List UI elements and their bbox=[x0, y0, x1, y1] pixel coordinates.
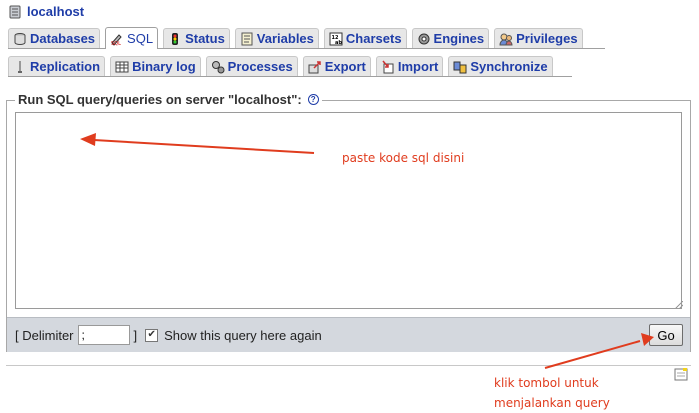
tab-engines[interactable]: Engines bbox=[411, 28, 490, 48]
delimiter-input[interactable] bbox=[77, 325, 130, 345]
tab-label: Processes bbox=[227, 58, 293, 74]
delimiter-label: [ Delimiter bbox=[15, 327, 74, 343]
synchronize-icon bbox=[453, 60, 467, 74]
tab-export[interactable]: Export bbox=[302, 56, 371, 76]
tab-privileges[interactable]: Privileges bbox=[494, 28, 583, 48]
tab-label: Privileges bbox=[516, 30, 578, 46]
help-icon[interactable]: ? bbox=[307, 94, 319, 105]
database-icon bbox=[13, 32, 27, 46]
annotation-paste-hint: paste kode sql disini bbox=[342, 151, 465, 165]
tab-label: Variables bbox=[256, 30, 314, 46]
tab-charsets[interactable]: 12 ab Charsets bbox=[323, 28, 407, 48]
tab-synchronize[interactable]: Synchronize bbox=[448, 56, 553, 76]
annotation-click-hint: klik tombol untuk menjalankan query bbox=[494, 373, 610, 413]
tab-label: Status bbox=[185, 30, 225, 46]
tab-label: Import bbox=[397, 58, 439, 74]
tab-label: Replication bbox=[30, 58, 101, 74]
server-icon bbox=[8, 5, 22, 19]
tab-import[interactable]: Import bbox=[375, 56, 444, 76]
export-icon bbox=[308, 60, 322, 74]
processes-icon bbox=[211, 60, 225, 74]
sql-query-fieldset: Run SQL query/queries on server "localho… bbox=[6, 92, 691, 352]
server-breadcrumb[interactable]: localhost bbox=[8, 4, 84, 19]
tab-label: Charsets bbox=[345, 30, 402, 46]
charsets-icon: 12 ab bbox=[329, 32, 343, 46]
tab-label: Databases bbox=[30, 30, 96, 46]
tab-variables[interactable]: Variables bbox=[234, 28, 319, 48]
legend-text: Run SQL query/queries on server "localho… bbox=[18, 92, 302, 107]
svg-text:ab: ab bbox=[335, 40, 342, 46]
tab-binary-log[interactable]: Binary log bbox=[110, 56, 201, 76]
binary-log-icon bbox=[115, 60, 129, 74]
sql-query-textarea[interactable] bbox=[15, 112, 682, 309]
divider bbox=[6, 365, 691, 366]
textarea-resize-grip[interactable] bbox=[675, 301, 683, 309]
fieldset-legend: Run SQL query/queries on server "localho… bbox=[15, 92, 322, 107]
show-query-checkbox[interactable]: ✔ bbox=[145, 328, 159, 342]
import-icon bbox=[381, 60, 395, 74]
tabs-secondary: Replication Binary log Processes Export … bbox=[8, 56, 572, 77]
tab-label: Engines bbox=[433, 30, 485, 46]
delimiter-label-close: ] bbox=[133, 327, 138, 343]
annotation-click-hint-line2: menjalankan query bbox=[494, 396, 610, 410]
replication-icon bbox=[13, 60, 27, 74]
show-query-label: Show this query here again bbox=[164, 327, 322, 343]
variables-icon bbox=[240, 32, 254, 46]
tab-replication[interactable]: Replication bbox=[8, 56, 106, 76]
tab-databases[interactable]: Databases bbox=[8, 28, 101, 48]
svg-text:SQL: SQL bbox=[111, 41, 121, 46]
tab-label: Export bbox=[324, 58, 366, 74]
engines-icon bbox=[417, 32, 431, 46]
tabs-primary: Databases SQL SQL Status Variables 12 ab … bbox=[8, 27, 605, 49]
status-icon bbox=[168, 32, 182, 46]
tab-label: Synchronize bbox=[470, 58, 548, 74]
tab-label: Binary log bbox=[132, 58, 196, 74]
sql-icon: SQL bbox=[110, 32, 124, 46]
tab-label: SQL bbox=[127, 30, 154, 46]
annotation-click-hint-line1: klik tombol untuk bbox=[494, 376, 599, 390]
go-button[interactable]: Go bbox=[649, 324, 683, 346]
tab-sql[interactable]: SQL SQL bbox=[105, 27, 159, 49]
privileges-icon bbox=[499, 32, 513, 46]
tab-processes[interactable]: Processes bbox=[205, 56, 298, 76]
tab-status[interactable]: Status bbox=[163, 28, 230, 48]
query-toolbar: [ Delimiter ] ✔ Show this query here aga… bbox=[7, 317, 690, 352]
notepad-icon[interactable] bbox=[674, 367, 688, 381]
server-label: localhost bbox=[27, 4, 85, 19]
